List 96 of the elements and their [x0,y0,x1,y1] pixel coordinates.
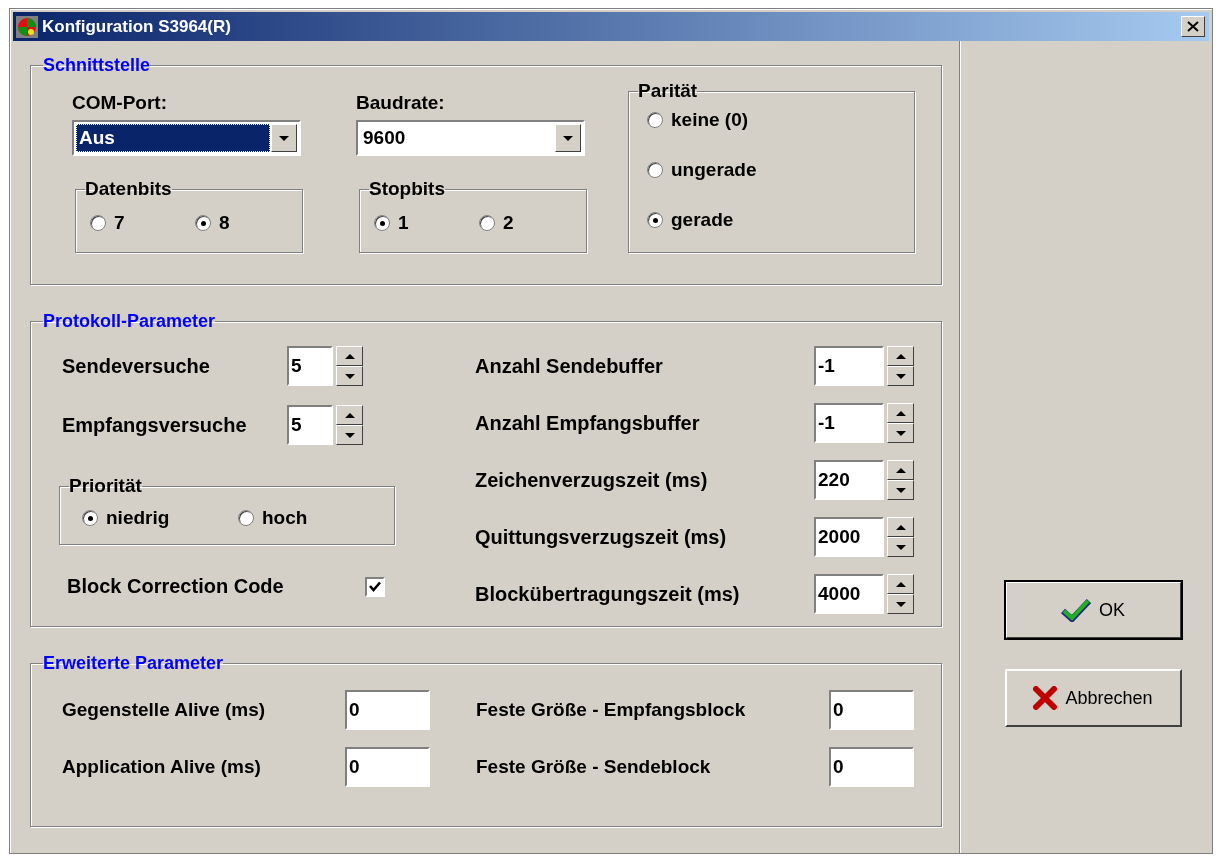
spin-up-button[interactable] [887,403,914,423]
number-field[interactable]: 220 [814,460,884,500]
spin-up-button[interactable] [887,346,914,366]
number-field[interactable]: 5 [287,346,333,386]
radio-option[interactable]: gerade [647,207,914,233]
field-label: Quittungsverzugszeit (ms) [475,525,728,549]
check-icon [368,579,382,594]
down-arrow-icon [895,601,906,607]
close-icon [1187,21,1199,32]
radio-circle[interactable] [238,510,254,526]
field-label: COM-Port: [72,92,168,115]
spin-down-button[interactable] [336,425,363,445]
down-arrow-icon [279,135,289,141]
spin-up-button[interactable] [887,517,914,537]
field-label: Feste Größe - Empfangsblock [476,699,747,721]
radio-circle[interactable] [374,215,390,231]
group-title: Schnittstelle [43,55,151,76]
spin-up-button[interactable] [336,346,363,366]
window-title: Konfiguration S3964(R) [42,16,232,37]
down-arrow-icon [344,373,355,379]
radio-circle[interactable] [479,215,495,231]
radio-option[interactable]: keine (0) [647,107,914,133]
radio-circle[interactable] [647,112,663,128]
radio-option[interactable]: 1 [374,210,479,236]
field-label: Anzahl Sendebuffer [475,354,664,378]
radio-circle[interactable] [195,215,211,231]
check-icon [1061,598,1091,622]
up-arrow-icon [895,467,906,473]
field-label: Application Alive (ms) [62,756,262,778]
cancel-button[interactable]: Abbrechen [1004,669,1182,727]
text-field[interactable]: 0 [345,690,430,730]
group-title: Parität [638,80,698,102]
field-label: Baudrate: [356,92,446,115]
radio-option[interactable]: ungerade [647,157,914,183]
dropdown-button[interactable] [555,124,581,152]
up-arrow-icon [895,410,906,416]
dropdown[interactable]: Aus [72,120,301,156]
down-arrow-icon [344,432,355,438]
up-arrow-icon [895,353,906,359]
spin-down-button[interactable] [887,423,914,443]
cross-icon [1033,686,1058,710]
group-title: Priorität [69,475,142,497]
down-arrow-icon [895,430,906,436]
group-title: Protokoll-Parameter [43,311,216,332]
radio-circle[interactable] [82,510,98,526]
up-arrow-icon [895,524,906,530]
group-title: Datenbits [85,178,172,200]
field-label: Gegenstelle Alive (ms) [62,699,267,721]
field-label: Feste Größe - Sendeblock [476,756,712,778]
field-label: Anzahl Empfangsbuffer [475,411,701,435]
radio-option[interactable]: 7 [90,210,195,236]
up-arrow-icon [895,581,906,587]
radio-option[interactable]: hoch [238,505,394,531]
app-icon [16,15,38,38]
dropdown-button[interactable] [271,124,297,152]
field-label: Blockübertragungszeit (ms) [475,582,741,606]
down-arrow-icon [563,135,573,141]
radio-circle[interactable] [647,212,663,228]
field-label: Sendeversuche [62,354,211,378]
up-arrow-icon [344,353,355,359]
field-label: Empfangsversuche [62,413,248,437]
spin-up-button[interactable] [887,460,914,480]
close-button[interactable] [1181,16,1205,37]
ok-button[interactable]: OK [1004,581,1182,639]
spin-down-button[interactable] [887,480,914,500]
down-arrow-icon [895,487,906,493]
number-field[interactable]: 2000 [814,517,884,557]
dropdown-value: 9600 [362,126,407,150]
text-field[interactable]: 0 [345,747,430,787]
radio-option[interactable]: niedrig [82,505,238,531]
dropdown[interactable]: 9600 [356,120,585,156]
checkbox[interactable] [365,576,385,597]
spin-up-button[interactable] [336,405,363,425]
radio-option[interactable]: 2 [479,210,584,236]
dropdown-value: Aus [76,124,270,152]
radio-circle[interactable] [647,162,663,178]
number-field[interactable]: -1 [814,346,884,386]
group-title: Stopbits [369,178,445,200]
number-field[interactable]: 5 [287,405,333,445]
spin-down-button[interactable] [887,594,914,614]
spin-down-button[interactable] [336,366,363,386]
spin-down-button[interactable] [887,366,914,386]
number-field[interactable]: -1 [814,403,884,443]
spin-down-button[interactable] [887,537,914,557]
up-arrow-icon [344,412,355,418]
down-arrow-icon [895,373,906,379]
number-field[interactable]: 4000 [814,574,884,614]
radio-circle[interactable] [90,215,106,231]
down-arrow-icon [895,544,906,550]
group-title: Erweiterte Parameter [43,653,224,674]
checkbox-label: Block Correction Code [67,575,285,598]
text-field[interactable]: 0 [829,747,914,787]
radio-option[interactable]: 8 [195,210,300,236]
text-field[interactable]: 0 [829,690,914,730]
spin-up-button[interactable] [887,574,914,594]
field-label: Zeichenverzugszeit (ms) [475,468,709,492]
